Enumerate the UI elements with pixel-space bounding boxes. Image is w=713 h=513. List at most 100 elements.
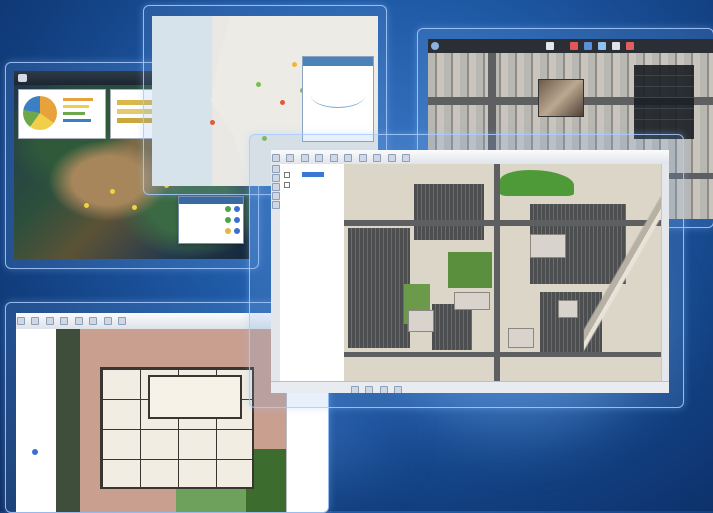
status-button[interactable] xyxy=(365,386,374,393)
green-space xyxy=(500,170,574,196)
road xyxy=(494,164,500,381)
popup-sparkline xyxy=(311,83,365,108)
status-button[interactable] xyxy=(394,386,403,393)
legend-status-dot xyxy=(234,217,240,223)
toolbar-button[interactable] xyxy=(118,317,127,325)
map-marker[interactable] xyxy=(292,62,297,67)
building[interactable] xyxy=(408,310,434,332)
pie-chart xyxy=(23,96,57,130)
menu-item[interactable] xyxy=(634,65,694,76)
vertical-scrollbar[interactable] xyxy=(661,164,669,381)
site-map[interactable] xyxy=(344,164,664,381)
toolbar-button[interactable] xyxy=(31,317,40,325)
app-logo-icon xyxy=(431,42,439,50)
tool-button[interactable] xyxy=(272,201,280,209)
green-space xyxy=(448,252,492,288)
tool-button[interactable] xyxy=(272,183,280,191)
legend-status-dot xyxy=(225,206,231,212)
tool-button[interactable] xyxy=(272,174,280,182)
web-map-popup[interactable] xyxy=(302,56,374,142)
toc-layer-selected[interactable] xyxy=(302,172,324,177)
building[interactable] xyxy=(530,234,566,258)
tool-button[interactable] xyxy=(272,192,280,200)
toolbar-button[interactable] xyxy=(387,154,396,162)
legend-card[interactable] xyxy=(178,196,244,244)
toolbar-button[interactable] xyxy=(17,317,25,325)
web-map-ocean xyxy=(152,16,212,186)
aerial-viewer-toolbar xyxy=(428,39,713,53)
toolbar-tool-icon[interactable] xyxy=(570,42,578,50)
legend-row xyxy=(179,215,243,226)
toc-item[interactable] xyxy=(16,385,56,393)
parking-lot xyxy=(432,304,472,350)
toolbar-button[interactable] xyxy=(89,317,98,325)
toc-item[interactable] xyxy=(16,361,56,369)
aerial-viewer-menu xyxy=(634,65,694,139)
street-photo-inset[interactable] xyxy=(538,79,584,117)
toc-item[interactable] xyxy=(16,337,56,345)
toc-checkbox[interactable] xyxy=(284,182,290,188)
parking-lot xyxy=(348,228,410,348)
floorplan-toc xyxy=(16,329,57,512)
menu-item[interactable] xyxy=(634,76,694,87)
status-button[interactable] xyxy=(379,386,388,393)
toc-checkbox[interactable] xyxy=(284,172,290,178)
toolbar-tool-icon[interactable] xyxy=(626,42,634,50)
toolbar-tool-icon[interactable] xyxy=(598,42,606,50)
legend-status-dot xyxy=(225,228,231,234)
layer-toc xyxy=(280,164,345,381)
legend-status-dot xyxy=(225,217,231,223)
toolbar-button[interactable] xyxy=(272,154,280,162)
tool-button[interactable] xyxy=(272,165,280,173)
legend-card-header xyxy=(179,197,243,204)
toolbar-button[interactable] xyxy=(344,154,353,162)
parking-lot xyxy=(414,184,484,240)
toolbar-button[interactable] xyxy=(300,154,309,162)
legend-status-dot xyxy=(234,228,240,234)
toolbar-button[interactable] xyxy=(358,154,367,162)
menu-item[interactable] xyxy=(634,120,694,130)
toolbar-button[interactable] xyxy=(402,154,411,162)
toolbar-button[interactable] xyxy=(45,317,54,325)
pie-chart-widget[interactable] xyxy=(18,89,106,139)
toolbar-button[interactable] xyxy=(103,317,112,325)
status-button[interactable] xyxy=(351,386,359,393)
toolbar-button[interactable] xyxy=(60,317,69,325)
toc-item[interactable] xyxy=(16,377,56,385)
map-marker[interactable] xyxy=(110,189,115,194)
toc-item[interactable] xyxy=(16,353,56,361)
map-marker[interactable] xyxy=(84,203,89,208)
building[interactable] xyxy=(508,328,534,348)
legend-row xyxy=(179,226,243,237)
status-bar xyxy=(271,381,669,393)
toolbar-button[interactable] xyxy=(373,154,382,162)
desktop-gis-screenshot[interactable] xyxy=(271,150,669,393)
toc-item[interactable] xyxy=(16,369,56,377)
popup-header xyxy=(303,57,373,66)
toolbar-tool-icon[interactable] xyxy=(546,42,554,50)
building[interactable] xyxy=(558,300,578,318)
popup-title xyxy=(303,66,305,71)
pie-legend xyxy=(63,98,93,122)
toolbar-button[interactable] xyxy=(329,154,338,162)
map-marker[interactable] xyxy=(256,82,261,87)
map-marker[interactable] xyxy=(132,205,137,210)
menu-item[interactable] xyxy=(634,87,694,98)
toolbar-button[interactable] xyxy=(286,154,295,162)
toc-item[interactable] xyxy=(16,329,56,337)
dashboard-logo-icon xyxy=(18,74,27,82)
toc-item[interactable] xyxy=(16,345,56,353)
rail-line xyxy=(584,164,664,381)
menu-item[interactable] xyxy=(634,98,694,109)
legend-row xyxy=(179,204,243,215)
toolbar-button[interactable] xyxy=(315,154,324,162)
map-marker[interactable] xyxy=(210,120,215,125)
menu-item[interactable] xyxy=(634,109,694,120)
map-marker[interactable] xyxy=(280,100,285,105)
toolbar-button[interactable] xyxy=(74,317,83,325)
desktop-gis-panel-frame xyxy=(249,134,684,408)
desktop-gis-toolbar xyxy=(271,150,669,165)
building[interactable] xyxy=(454,292,490,310)
toolbar-tool-icon[interactable] xyxy=(612,42,620,50)
toolbar-tool-icon[interactable] xyxy=(584,42,592,50)
